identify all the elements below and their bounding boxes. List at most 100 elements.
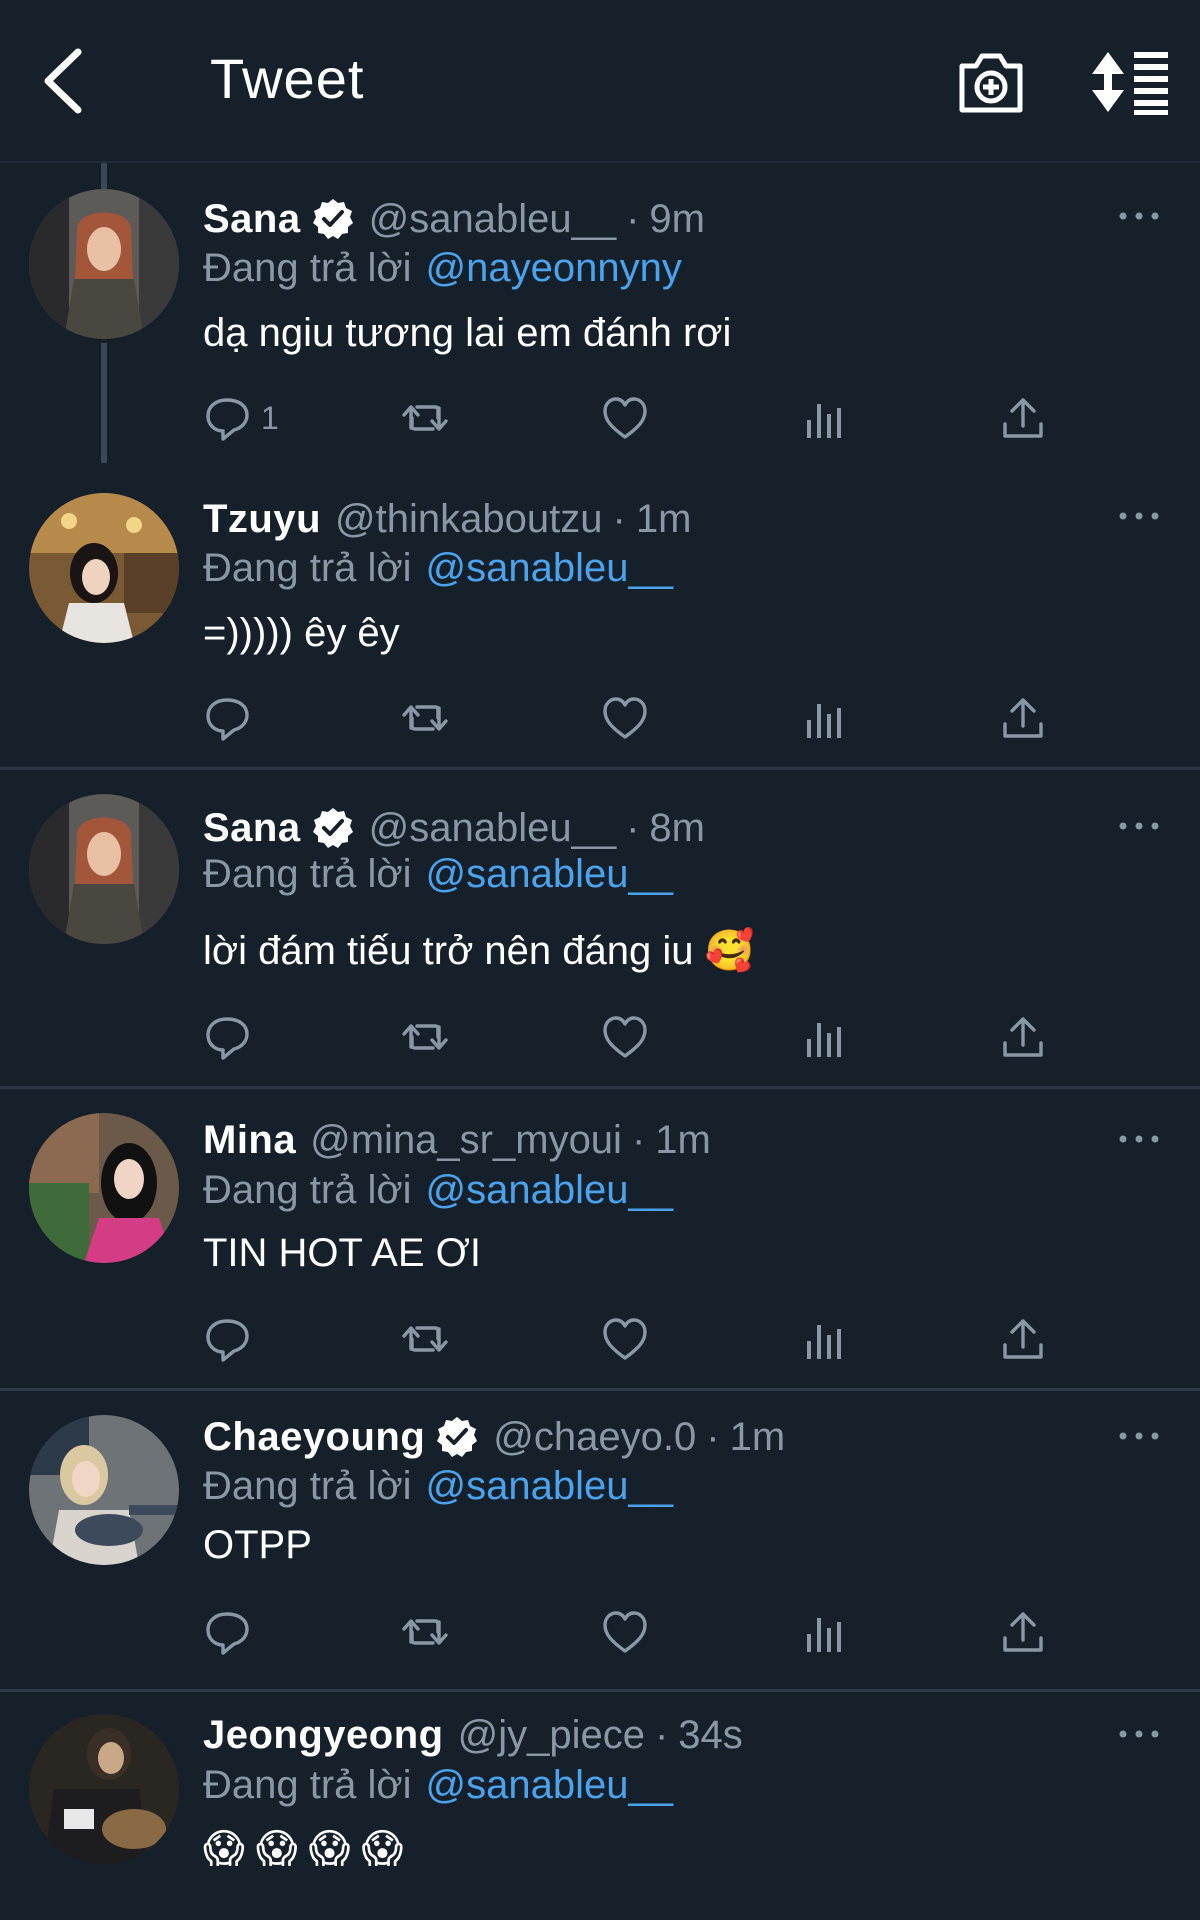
more-icon[interactable] bbox=[1118, 206, 1160, 226]
timestamp: 1m bbox=[655, 1117, 711, 1162]
avatar[interactable] bbox=[29, 493, 179, 643]
share-button[interactable] bbox=[999, 1314, 1047, 1364]
user-handle[interactable]: @mina_sr_myoui bbox=[310, 1118, 622, 1163]
replying-to-label: Đang trả lời bbox=[203, 245, 412, 290]
user-handle[interactable]: @jy_piece bbox=[458, 1713, 645, 1758]
sort-icon[interactable] bbox=[1090, 48, 1170, 116]
display-name[interactable]: Tzuyu bbox=[203, 497, 321, 542]
tweet-text: TIN HOT AE ƠI bbox=[203, 1231, 482, 1275]
mention-link[interactable]: @sanableu__ bbox=[426, 852, 673, 897]
tweet-1[interactable]: Sana @sanableu__ · 9m Đang trả lời @naye… bbox=[0, 163, 1200, 463]
retweet-button[interactable] bbox=[401, 1314, 449, 1364]
tweet-6[interactable]: Jeongyeong @jy_piece · 34s Đang trả lời … bbox=[0, 1692, 1200, 1920]
more-icon[interactable] bbox=[1118, 816, 1160, 836]
tweet-text: lời đám tiếu trở nên đáng iu 🥰 bbox=[203, 929, 755, 973]
like-button[interactable] bbox=[601, 1607, 649, 1657]
reply-count: 1 bbox=[261, 399, 279, 436]
more-icon[interactable] bbox=[1118, 1129, 1160, 1149]
share-button[interactable] bbox=[999, 393, 1047, 443]
reply-button[interactable] bbox=[203, 1314, 251, 1364]
like-icon bbox=[603, 1016, 647, 1058]
replying-to: Đang trả lời @sanableu__ bbox=[203, 1461, 673, 1511]
share-icon bbox=[1003, 1017, 1043, 1057]
reply-button[interactable] bbox=[203, 693, 251, 743]
replying-to: Đang trả lời @sanableu__ bbox=[203, 1165, 673, 1215]
verified-icon bbox=[310, 197, 355, 241]
user-handle[interactable]: @sanableu__ bbox=[369, 806, 616, 851]
reply-button[interactable] bbox=[203, 1607, 251, 1657]
camera-plus-icon[interactable] bbox=[956, 48, 1026, 116]
mention-link[interactable]: @sanableu__ bbox=[426, 1464, 673, 1509]
tweet-3[interactable]: Sana @sanableu__ · 8m Đang trả lời @sana… bbox=[0, 770, 1200, 1089]
user-handle[interactable]: @thinkaboutzu bbox=[335, 497, 602, 542]
separator-dot: · bbox=[631, 1117, 646, 1162]
back-arrow-icon[interactable] bbox=[38, 44, 94, 118]
more-icon[interactable] bbox=[1118, 506, 1160, 526]
action-bar bbox=[203, 1012, 1063, 1062]
views-button[interactable] bbox=[801, 393, 849, 443]
display-name[interactable]: Sana bbox=[203, 806, 301, 851]
display-name[interactable]: Sana bbox=[203, 197, 301, 242]
mention-link[interactable]: @sanableu__ bbox=[426, 546, 673, 591]
retweet-button[interactable] bbox=[401, 1607, 449, 1657]
like-icon bbox=[603, 1318, 647, 1360]
replying-to-label: Đang trả lời bbox=[203, 1463, 412, 1508]
reply-button[interactable]: 1 bbox=[203, 393, 279, 443]
views-button[interactable] bbox=[801, 1314, 849, 1364]
avatar[interactable] bbox=[29, 1415, 179, 1565]
avatar[interactable] bbox=[29, 1113, 179, 1263]
avatar[interactable] bbox=[29, 189, 179, 339]
like-button[interactable] bbox=[601, 1012, 649, 1062]
replying-to-label: Đang trả lời bbox=[203, 851, 412, 896]
user-handle[interactable]: @chaeyo.0 bbox=[493, 1415, 696, 1460]
tweet-text: dạ ngiu tương lai em đánh rơi bbox=[203, 311, 732, 355]
views-button[interactable] bbox=[801, 1607, 849, 1657]
reply-button[interactable] bbox=[203, 1012, 251, 1062]
replying-to: Đang trả lời @sanableu__ bbox=[203, 849, 673, 899]
replying-to: Đang trả lời @sanableu__ bbox=[203, 1760, 673, 1810]
verified-icon bbox=[310, 806, 355, 850]
like-icon bbox=[603, 697, 647, 739]
more-icon[interactable] bbox=[1118, 1426, 1160, 1446]
retweet-button[interactable] bbox=[401, 393, 449, 443]
display-name[interactable]: Mina bbox=[203, 1118, 296, 1163]
tweet-header: Mina @mina_sr_myoui · 1m bbox=[203, 1114, 711, 1166]
views-icon bbox=[807, 1618, 841, 1652]
tweet-header: Chaeyoung @chaeyo.0 · 1m bbox=[203, 1411, 785, 1463]
views-button[interactable] bbox=[801, 1012, 849, 1062]
like-button[interactable] bbox=[601, 393, 649, 443]
user-handle[interactable]: @sanableu__ bbox=[369, 197, 616, 242]
tweet-header: Sana @sanableu__ · 9m bbox=[203, 193, 705, 245]
views-icon bbox=[807, 1325, 841, 1359]
reply-icon bbox=[206, 1319, 249, 1362]
display-name[interactable]: Jeongyeong bbox=[203, 1713, 444, 1758]
mention-link[interactable]: @sanableu__ bbox=[426, 1168, 673, 1213]
mention-link[interactable]: @nayeonnyny bbox=[426, 246, 682, 291]
timestamp: 1m bbox=[729, 1414, 786, 1459]
share-button[interactable] bbox=[999, 1607, 1047, 1657]
action-bar bbox=[203, 1607, 1063, 1657]
avatar[interactable] bbox=[29, 1714, 179, 1864]
tweet-2[interactable]: Tzuyu @thinkaboutzu · 1m Đang trả lời @s… bbox=[0, 463, 1200, 770]
avatar[interactable] bbox=[29, 794, 179, 944]
retweet-button[interactable] bbox=[401, 1012, 449, 1062]
like-button[interactable] bbox=[601, 1314, 649, 1364]
retweet-button[interactable] bbox=[401, 693, 449, 743]
tweet-text: OTPP bbox=[203, 1523, 312, 1567]
retweet-icon bbox=[402, 1326, 448, 1352]
more-icon[interactable] bbox=[1118, 1724, 1160, 1744]
mention-link[interactable]: @sanableu__ bbox=[426, 1763, 673, 1808]
share-button[interactable] bbox=[999, 693, 1047, 743]
like-button[interactable] bbox=[601, 693, 649, 743]
like-icon bbox=[603, 1611, 647, 1653]
reply-icon bbox=[206, 698, 249, 741]
replying-to-label: Đang trả lời bbox=[203, 545, 412, 590]
tweet-5[interactable]: Chaeyoung @chaeyo.0 · 1m Đang trả lời @s… bbox=[0, 1391, 1200, 1692]
views-icon bbox=[807, 704, 841, 738]
share-icon bbox=[1003, 1319, 1043, 1359]
views-button[interactable] bbox=[801, 693, 849, 743]
display-name[interactable]: Chaeyoung bbox=[203, 1415, 425, 1460]
share-button[interactable] bbox=[999, 1012, 1047, 1062]
separator-dot: · bbox=[626, 196, 640, 241]
tweet-4[interactable]: Mina @mina_sr_myoui · 1m Đang trả lời @s… bbox=[0, 1089, 1200, 1391]
